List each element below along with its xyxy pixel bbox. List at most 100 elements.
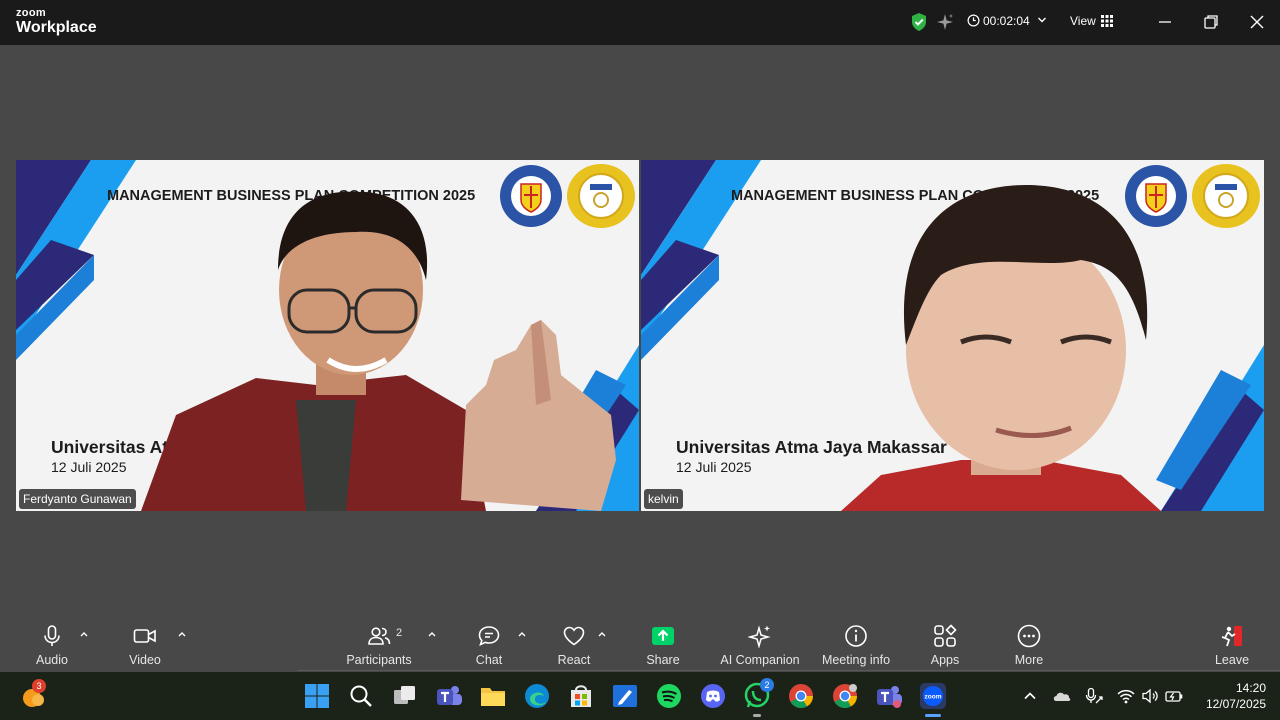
file-explorer-taskbar-app[interactable] (478, 681, 508, 711)
heart-icon (563, 626, 585, 646)
meeting-timer[interactable]: 00:02:04 (962, 10, 1052, 32)
clock-icon (967, 14, 980, 27)
windows-logo-icon (305, 684, 329, 708)
running-indicator (753, 714, 761, 717)
audio-label: Audio (36, 653, 68, 667)
participants-icon (368, 627, 391, 645)
info-icon (845, 625, 867, 647)
battery-charging-icon[interactable] (1164, 686, 1184, 706)
chrome-icon (789, 684, 813, 709)
task-view-button[interactable] (390, 681, 420, 711)
teams-work-taskbar-app[interactable] (874, 681, 904, 711)
minimize-icon[interactable] (1155, 12, 1175, 32)
chrome-profile-taskbar-app[interactable] (830, 681, 860, 711)
participants-options-caret-icon[interactable] (426, 628, 438, 640)
teams-work-icon (877, 686, 902, 708)
close-icon[interactable] (1247, 12, 1267, 32)
more-label: More (1014, 653, 1044, 667)
volume-icon[interactable] (1140, 686, 1160, 706)
chat-button[interactable]: Chat (466, 620, 512, 670)
react-button[interactable]: React (551, 620, 597, 670)
whatsapp-badge: 2 (760, 678, 774, 692)
restore-icon[interactable] (1201, 12, 1221, 32)
participant-video-feed (141, 191, 616, 511)
encryption-shield-icon[interactable] (909, 12, 929, 32)
spotify-taskbar-app[interactable] (654, 681, 684, 711)
meeting-status-group: 00:02:04 View (905, 10, 1123, 34)
toolbar-divider (298, 670, 1280, 671)
active-indicator (925, 714, 941, 717)
participant-name-tag: kelvin (644, 489, 683, 509)
ai-companion-button[interactable]: AI Companion (718, 620, 802, 670)
apps-icon (934, 624, 957, 647)
wifi-icon[interactable] (1116, 686, 1136, 706)
share-screen-icon (652, 627, 674, 645)
show-hidden-icons-chevron-icon[interactable] (1020, 686, 1040, 706)
zoom-workplace-logo: zoom Workplace (16, 8, 97, 36)
logo-line2: Workplace (16, 19, 97, 36)
chevron-down-icon (1038, 17, 1046, 23)
meeting-info-label: Meeting info (821, 653, 891, 667)
participants-count: 2 (396, 627, 403, 639)
chat-options-caret-icon[interactable] (516, 628, 528, 640)
folder-icon (481, 688, 505, 706)
taskbar-clock-time[interactable]: 14:20 (1210, 681, 1266, 695)
leave-label: Leave (1214, 653, 1250, 667)
video-camera-icon (133, 629, 156, 643)
video-options-caret-icon[interactable] (176, 628, 188, 640)
leave-door-icon (1221, 626, 1242, 647)
video-tile-ferdyanto[interactable]: MANAGEMENT BUSINESS PLAN COMPETITION 202… (16, 160, 639, 511)
react-label: React (557, 653, 591, 667)
meeting-info-button[interactable]: Meeting info (818, 620, 894, 670)
video-button[interactable]: Video (120, 620, 170, 670)
weather-widget[interactable]: 3 (18, 679, 48, 711)
grid-view-icon (1101, 15, 1113, 27)
microphone-in-use-icon[interactable] (1084, 686, 1104, 706)
chat-label: Chat (475, 653, 503, 667)
logo-line1: zoom (16, 7, 46, 19)
participant-name-tag: Ferdyanto Gunawan (19, 489, 136, 509)
more-options-icon (1017, 624, 1041, 648)
ai-companion-sparkle-icon[interactable] (936, 13, 954, 31)
zoom-notes-taskbar-app[interactable] (610, 681, 640, 711)
title-bar: zoom Workplace 00:02:04 View (0, 0, 1280, 45)
microsoft-store-icon (571, 685, 591, 707)
video-tile-kelvin[interactable]: MANAGEMENT BUSINESS PLAN COMPETITION 202… (641, 160, 1264, 511)
react-options-caret-icon[interactable] (596, 628, 608, 640)
store-taskbar-app[interactable] (566, 681, 596, 711)
timer-text: 00:02:04 (983, 14, 1030, 28)
participants-label: Participants (346, 653, 412, 667)
edge-taskbar-app[interactable] (522, 681, 552, 711)
view-label: View (1070, 14, 1096, 28)
participants-button[interactable]: 2 Participants (340, 620, 418, 670)
discord-taskbar-app[interactable] (698, 681, 728, 711)
taskbar-clock-date[interactable]: 12/07/2025 (1196, 697, 1266, 711)
weather-badge: 3 (32, 679, 46, 693)
edge-browser-icon (525, 684, 549, 708)
view-button[interactable]: View (1063, 10, 1121, 32)
start-button[interactable] (302, 681, 332, 711)
leave-button[interactable]: Leave (1212, 620, 1252, 670)
apps-button[interactable]: Apps (925, 620, 965, 670)
task-view-icon (394, 686, 415, 704)
windows-taskbar: 3 2 zoom 14:20 12/07/2025 (0, 672, 1280, 720)
search-icon (350, 685, 372, 707)
chrome-taskbar-app[interactable] (786, 681, 816, 711)
zoom-app-text: zoom (925, 694, 942, 701)
search-button[interactable] (346, 681, 376, 711)
audio-button[interactable]: Audio (30, 620, 74, 670)
zoom-taskbar-app[interactable]: zoom (918, 681, 948, 717)
spotify-icon (657, 684, 681, 708)
microphone-icon (44, 625, 60, 646)
whatsapp-taskbar-app[interactable]: 2 (742, 678, 774, 717)
participant-video-feed (841, 185, 1161, 511)
pen-app-icon (613, 685, 637, 707)
teams-taskbar-app[interactable] (434, 681, 464, 711)
chat-icon (478, 626, 500, 646)
zoom-app-icon: zoom (920, 683, 946, 709)
onedrive-cloud-icon[interactable] (1052, 686, 1072, 706)
audio-options-caret-icon[interactable] (78, 628, 90, 640)
more-button[interactable]: More (1008, 620, 1050, 670)
share-button[interactable]: Share (640, 620, 686, 670)
share-label: Share (646, 653, 680, 667)
